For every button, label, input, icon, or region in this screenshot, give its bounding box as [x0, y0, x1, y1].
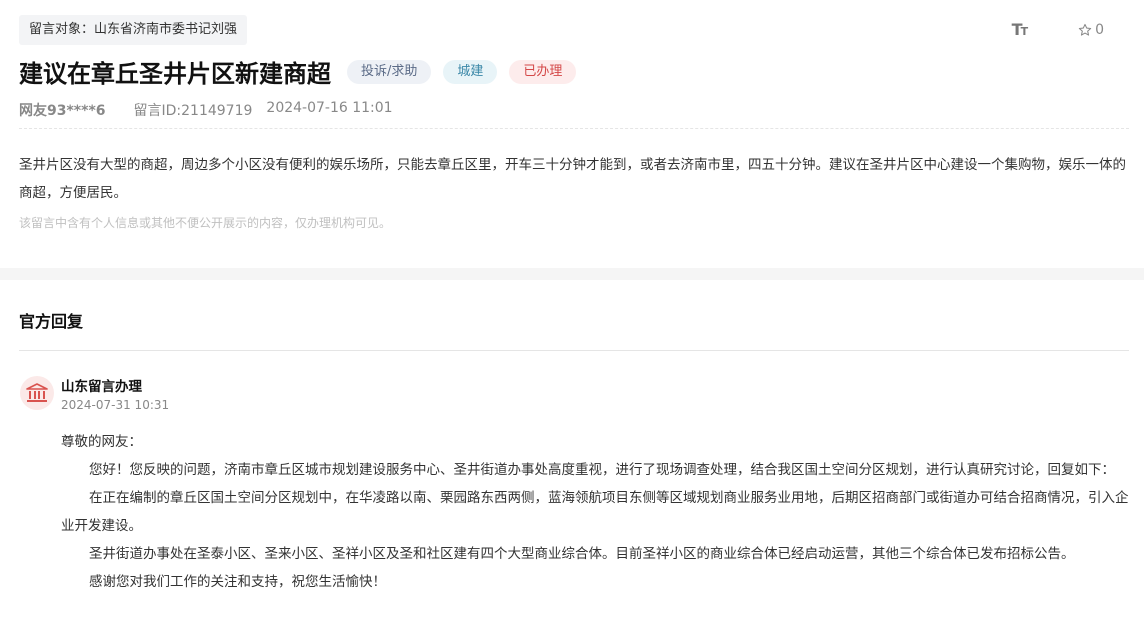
- favorite-count: 0: [1095, 21, 1104, 38]
- font-size-icon[interactable]: TT: [1012, 20, 1028, 39]
- reply-paragraph: 圣井街道办事处在圣泰小区、圣来小区、圣祥小区及圣和社区建有四个大型商业综合体。目…: [89, 546, 1075, 562]
- message-section: 留言对象：山东省济南市委书记刘强 TT 0 建议在章丘圣井片区新建商超 投诉/求…: [0, 0, 1144, 268]
- tag-type: 投诉/求助: [347, 59, 432, 84]
- favorite-button[interactable]: 0: [1078, 22, 1104, 38]
- section-separator: [0, 268, 1144, 280]
- toolbar: TT 0: [1012, 20, 1104, 39]
- reply-paragraph: 您好！您反映的问题，济南市章丘区城市规划建设服务中心、圣井街道办事处高度重视，进…: [89, 462, 1115, 478]
- message-target-label: 留言对象：山东省济南市委书记刘强: [19, 15, 248, 45]
- reply-datetime: 2024-07-31 10:31: [61, 398, 170, 412]
- tag-category: 城建: [443, 59, 498, 84]
- message-id: 留言ID:21149719: [133, 103, 253, 119]
- message-meta: 网友93****6 留言ID:21149719 2024-07-16 11:01: [19, 100, 393, 120]
- reply-heading: 官方回复: [19, 312, 84, 331]
- org-name: 山东留言办理: [61, 379, 142, 395]
- reply-greeting: 尊敬的网友：: [61, 434, 142, 450]
- org-avatar: [20, 376, 54, 410]
- message-datetime: 2024-07-16 11:01: [266, 100, 393, 116]
- message-content: 圣井片区没有大型的商超，周边多个小区没有便利的娱乐场所，只能去章丘区里，开车三十…: [19, 157, 1126, 201]
- meta-divider: [19, 128, 1129, 129]
- reply-paragraph: 感谢您对我们工作的关注和支持，祝您生活愉快！: [89, 574, 386, 590]
- star-icon: [1078, 23, 1092, 36]
- reply-divider: [19, 350, 1129, 351]
- reply-body: 尊敬的网友： 您好！您反映的问题，济南市章丘区城市规划建设服务中心、圣井街道办事…: [61, 428, 1133, 596]
- message-title: 建议在章丘圣井片区新建商超: [19, 60, 331, 88]
- government-building-icon: [26, 383, 48, 402]
- privacy-note: 该留言中含有个人信息或其他不便公开展示的内容，仅办理机构可见。: [19, 216, 392, 230]
- author-name: 网友93****6: [19, 103, 106, 119]
- tag-status: 已办理: [509, 59, 577, 84]
- title-row: 建议在章丘圣井片区新建商超 投诉/求助 城建 已办理: [19, 54, 588, 89]
- reply-paragraph: 在正在编制的章丘区国土空间分区规划中，在华凌路以南、栗园路东西两侧，蓝海领航项目…: [61, 490, 1129, 534]
